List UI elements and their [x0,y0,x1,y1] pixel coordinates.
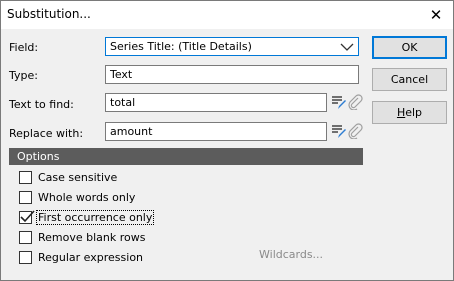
options-header: Options [9,148,363,165]
wildcards-button[interactable]: Wildcards... [259,248,323,261]
checkmark-icon [20,210,35,223]
first-occurrence-label: First occurrence only [35,210,155,225]
regular-expression-option[interactable]: Regular expression [19,250,144,265]
replace-value: amount [110,125,153,138]
help-button[interactable]: Help [372,101,447,124]
regular-expression-checkbox[interactable] [19,251,32,264]
first-occurrence-checkbox[interactable] [19,210,35,224]
substitution-dialog: Substitution... ✕ Field: Series Title: (… [0,0,454,281]
help-mnemonic: H [396,106,406,119]
chevron-down-icon [340,43,354,51]
field-label: Field: [9,41,39,54]
replace-label: Replace with: [9,127,84,140]
case-sensitive-label: Case sensitive [38,171,118,184]
close-icon: ✕ [429,6,443,24]
case-sensitive-option[interactable]: Case sensitive [19,170,118,185]
ok-button[interactable]: OK [372,36,447,59]
replace-input[interactable]: amount [105,122,327,141]
paperclip-icon[interactable] [347,123,363,139]
whole-words-label: Whole words only [38,191,136,204]
remove-blank-rows-label: Remove blank rows [38,231,146,244]
find-input[interactable]: total [105,93,327,112]
regular-expression-label: Regular expression [38,251,144,264]
case-sensitive-checkbox[interactable] [19,171,32,184]
cancel-button-label: Cancel [390,73,429,86]
whole-words-option[interactable]: Whole words only [19,190,136,205]
type-label: Type: [9,69,38,82]
find-label: Text to find: [9,98,74,111]
field-select-value: Series Title: (Title Details) [110,40,252,53]
close-button[interactable]: ✕ [419,1,453,29]
first-occurrence-option[interactable]: First occurrence only [19,210,155,225]
ok-button-label: OK [401,41,418,54]
cancel-button[interactable]: Cancel [372,68,447,91]
help-label-rest: elp [405,106,423,119]
edit-list-icon[interactable] [331,94,347,110]
paperclip-icon[interactable] [347,94,363,110]
help-button-label: Help [397,106,422,119]
whole-words-checkbox[interactable] [19,191,32,204]
field-select[interactable]: Series Title: (Title Details) [105,37,359,56]
find-value: total [110,96,136,109]
type-field[interactable]: Text [105,65,359,84]
edit-list-icon[interactable] [331,123,347,139]
dialog-title: Substitution... [7,7,91,21]
type-value: Text [110,68,133,81]
title-bar: Substitution... ✕ [1,1,453,29]
remove-blank-rows-checkbox[interactable] [19,231,32,244]
remove-blank-rows-option[interactable]: Remove blank rows [19,230,147,245]
